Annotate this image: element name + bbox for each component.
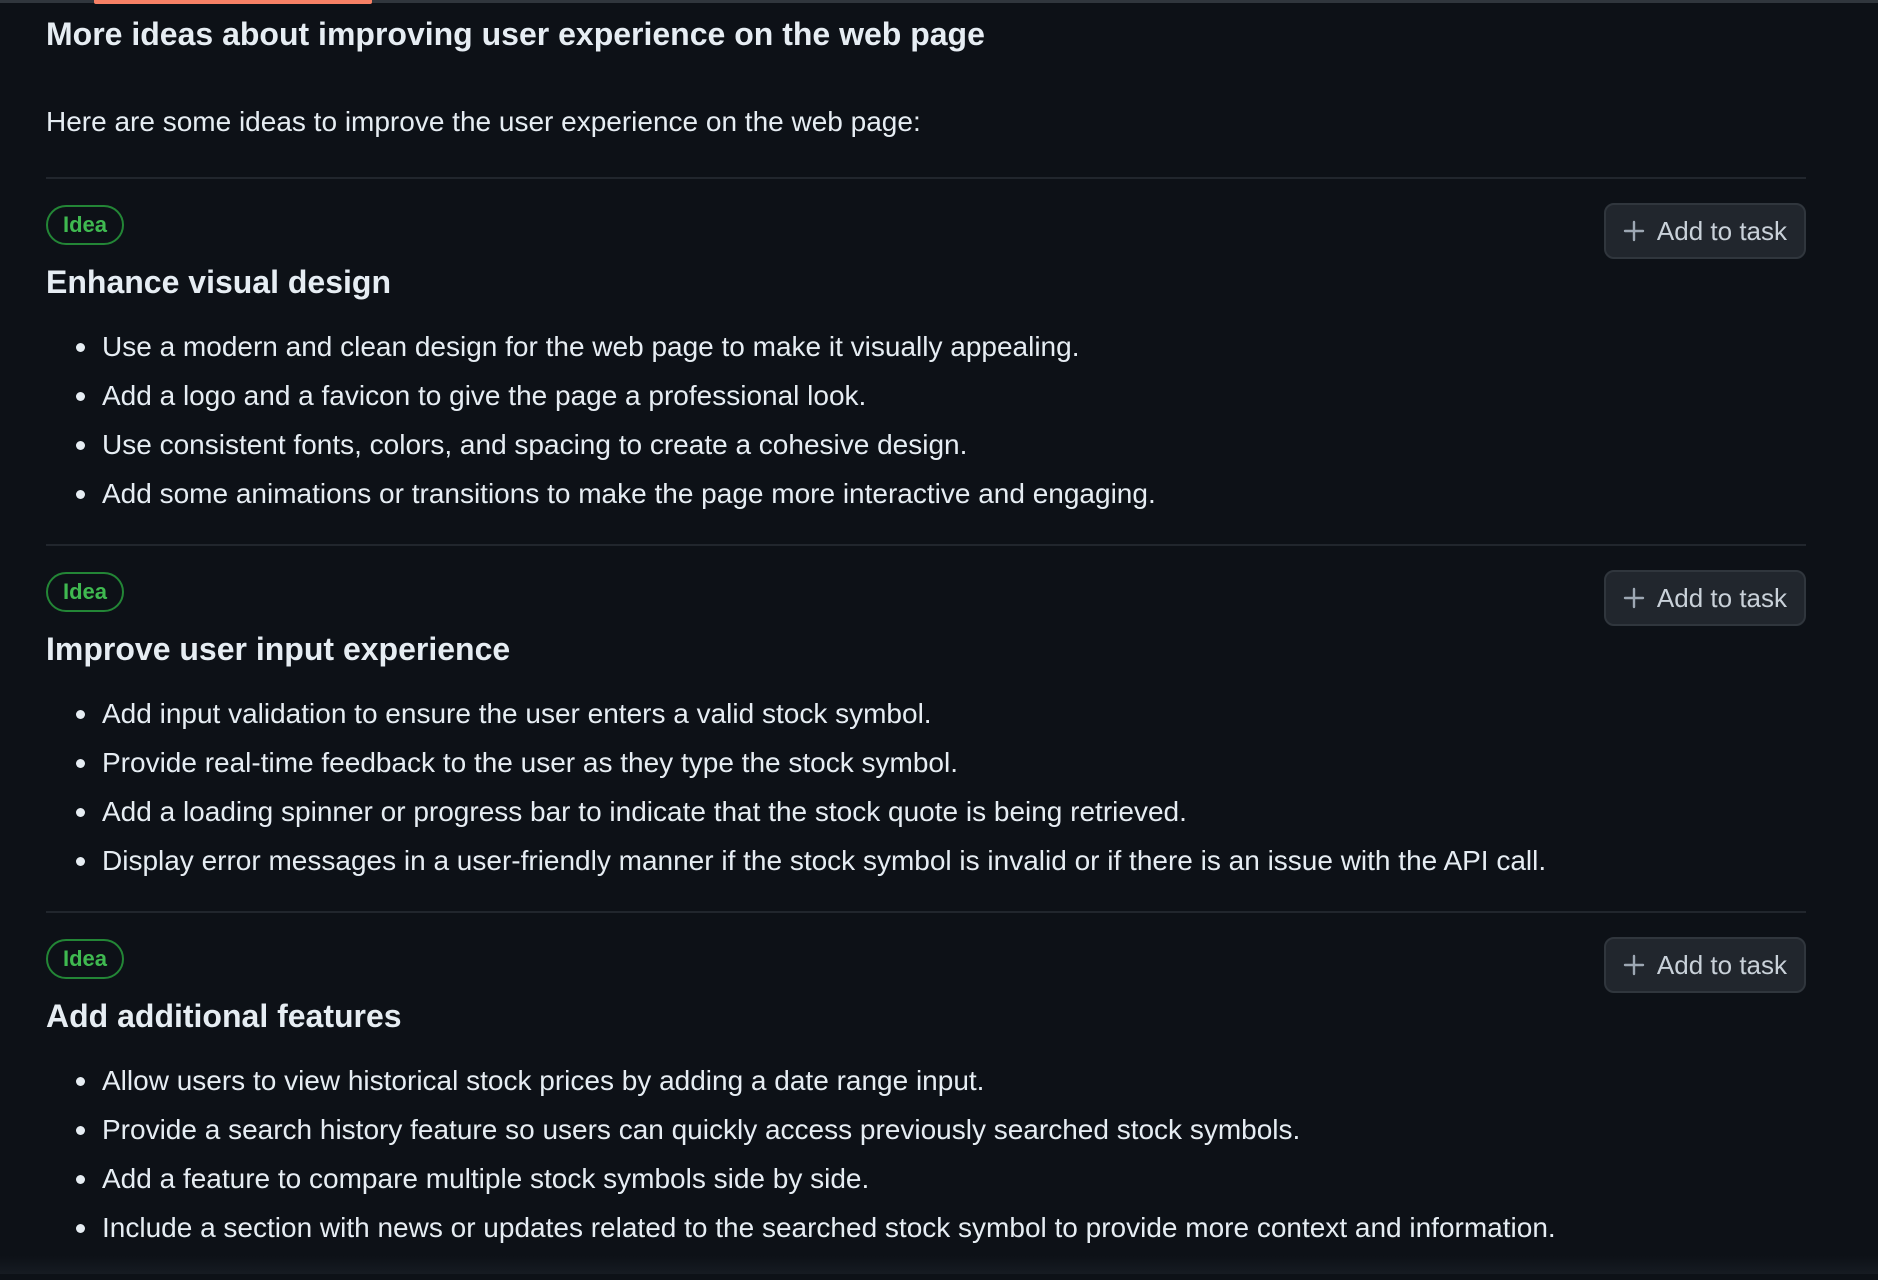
- idea-list: Use a modern and clean design for the we…: [46, 322, 1156, 518]
- list-item: Provide a search history feature so user…: [46, 1105, 1556, 1154]
- bullet: [76, 759, 85, 768]
- list-item: Display error messages in a user-friendl…: [46, 836, 1546, 885]
- add-to-task-button[interactable]: Add to task: [1604, 570, 1806, 626]
- bullet: [76, 1224, 85, 1233]
- intro-text: Here are some ideas to improve the user …: [46, 106, 921, 138]
- idea-title: Add additional features: [46, 998, 402, 1035]
- bottom-fade: [0, 1256, 1878, 1274]
- bullet: [76, 392, 85, 401]
- idea-card: Idea Add to task Enhance visual design U…: [46, 177, 1806, 546]
- bullet: [76, 1077, 85, 1086]
- list-item-text: Allow users to view historical stock pri…: [102, 1065, 984, 1096]
- idea-card: Idea Add to task Add additional features…: [46, 911, 1806, 1280]
- list-item-text: Provide a search history feature so user…: [102, 1114, 1300, 1145]
- idea-badge: Idea: [46, 205, 124, 245]
- idea-list: Add input validation to ensure the user …: [46, 689, 1546, 885]
- plus-icon: [1623, 954, 1645, 976]
- list-item: Add input validation to ensure the user …: [46, 689, 1546, 738]
- list-item-text: Add some animations or transitions to ma…: [102, 478, 1156, 509]
- bullet: [76, 490, 85, 499]
- list-item-text: Add a loading spinner or progress bar to…: [102, 796, 1187, 827]
- bullet: [76, 808, 85, 817]
- bullet: [76, 710, 85, 719]
- idea-title: Enhance visual design: [46, 264, 391, 301]
- plus-icon: [1623, 587, 1645, 609]
- add-to-task-button[interactable]: Add to task: [1604, 937, 1806, 993]
- list-item: Add a loading spinner or progress bar to…: [46, 787, 1546, 836]
- bullet: [76, 441, 85, 450]
- list-item-text: Provide real-time feedback to the user a…: [102, 747, 958, 778]
- active-tab-indicator: [94, 0, 372, 4]
- add-to-task-label: Add to task: [1657, 583, 1787, 614]
- list-item: Allow users to view historical stock pri…: [46, 1056, 1556, 1105]
- list-item: Include a section with news or updates r…: [46, 1203, 1556, 1252]
- list-item-text: Add a feature to compare multiple stock …: [102, 1163, 869, 1194]
- idea-card: Idea Add to task Improve user input expe…: [46, 544, 1806, 913]
- idea-title: Improve user input experience: [46, 631, 510, 668]
- add-to-task-button[interactable]: Add to task: [1604, 203, 1806, 259]
- list-item-text: Add a logo and a favicon to give the pag…: [102, 380, 866, 411]
- bullet: [76, 1126, 85, 1135]
- list-item-text: Use consistent fonts, colors, and spacin…: [102, 429, 967, 460]
- list-item: Add a feature to compare multiple stock …: [46, 1154, 1556, 1203]
- add-to-task-label: Add to task: [1657, 950, 1787, 981]
- list-item-text: Include a section with news or updates r…: [102, 1212, 1556, 1243]
- plus-icon: [1623, 220, 1645, 242]
- list-item-text: Display error messages in a user-friendl…: [102, 845, 1546, 876]
- list-item-text: Add input validation to ensure the user …: [102, 698, 932, 729]
- bullet: [76, 857, 85, 866]
- list-item: Use a modern and clean design for the we…: [46, 322, 1156, 371]
- idea-list: Allow users to view historical stock pri…: [46, 1056, 1556, 1252]
- bullet: [76, 343, 85, 352]
- bullet: [76, 1175, 85, 1184]
- idea-badge: Idea: [46, 572, 124, 612]
- page-title: More ideas about improving user experien…: [46, 16, 985, 53]
- list-item: Use consistent fonts, colors, and spacin…: [46, 420, 1156, 469]
- list-item: Add some animations or transitions to ma…: [46, 469, 1156, 518]
- list-item-text: Use a modern and clean design for the we…: [102, 331, 1079, 362]
- list-item: Provide real-time feedback to the user a…: [46, 738, 1546, 787]
- add-to-task-label: Add to task: [1657, 216, 1787, 247]
- list-item: Add a logo and a favicon to give the pag…: [46, 371, 1156, 420]
- idea-badge: Idea: [46, 939, 124, 979]
